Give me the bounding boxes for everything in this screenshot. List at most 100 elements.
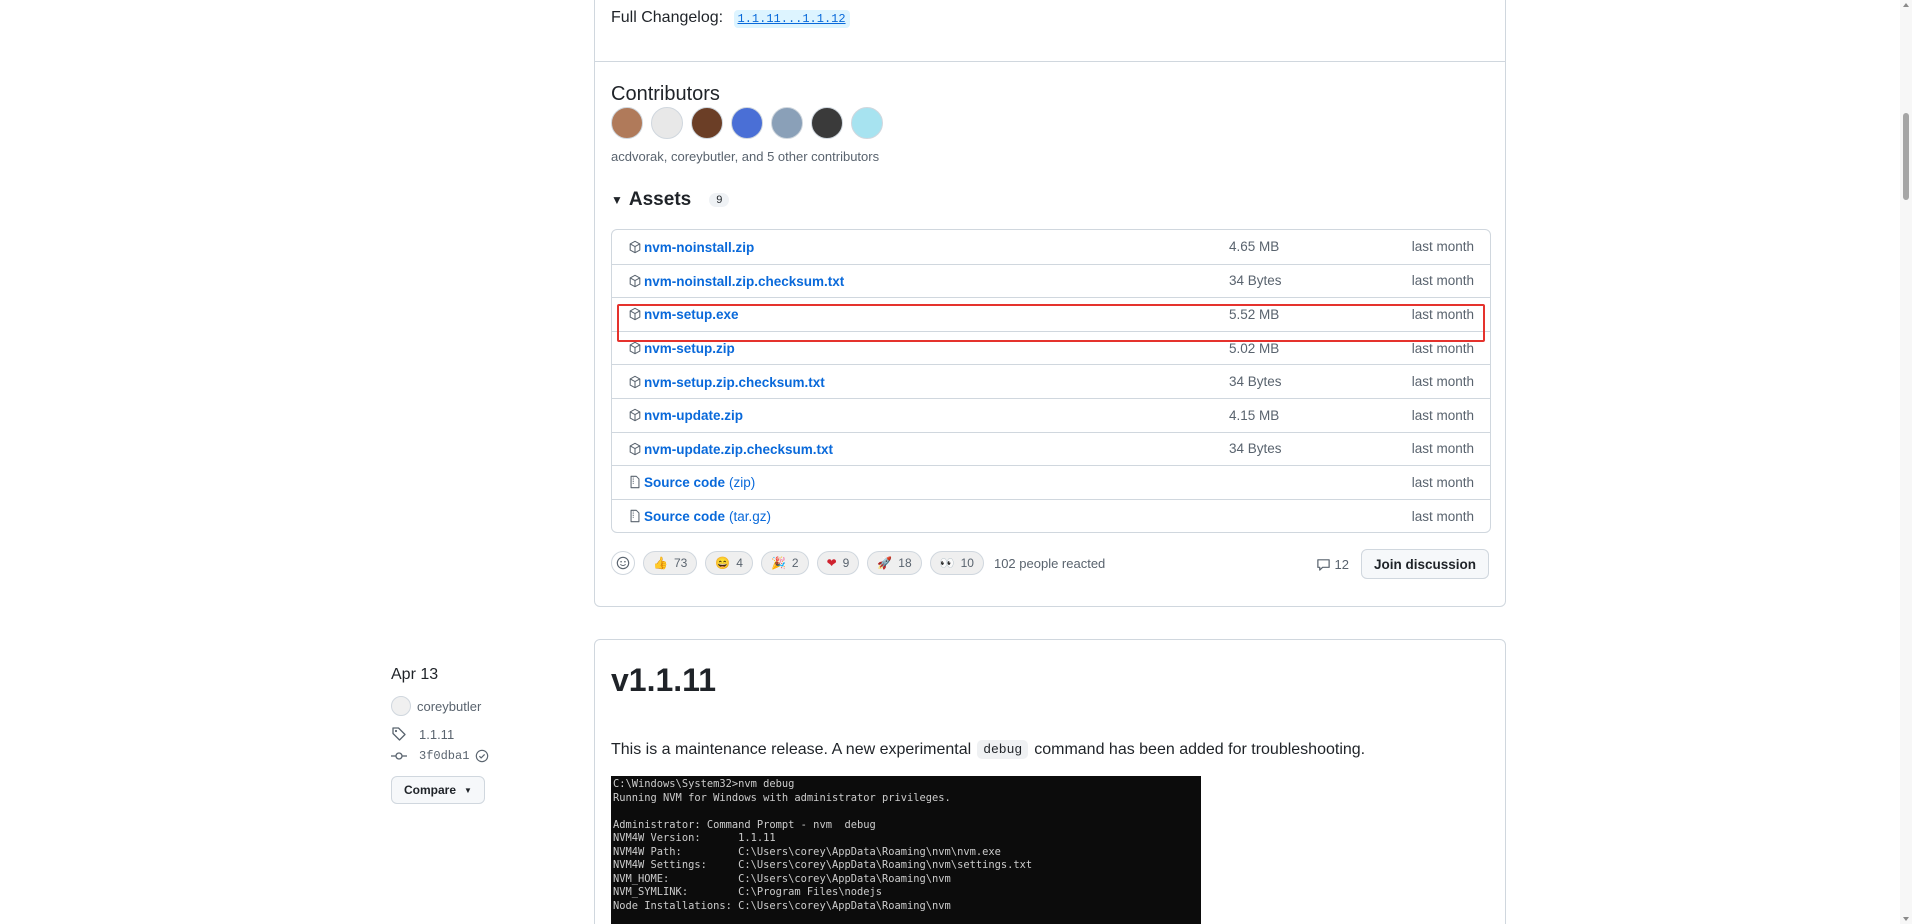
asset-size: 4.65 MB [1229,239,1280,255]
asset-row: nvm-noinstall.zip 4.65 MB last month [612,230,1490,264]
reaction-eyes-button[interactable]: 👀 10 [929,551,984,575]
asset-suffix: (zip) [729,475,756,491]
assets-toggle[interactable]: ▼ Assets 9 [611,189,730,211]
asset-link[interactable]: nvm-update.zip.checksum.txt [644,441,833,457]
asset-link[interactable]: nvm-setup.exe [644,306,739,322]
reaction-heart-button[interactable]: ❤ 9 [816,551,860,575]
asset-date: last month [1411,273,1474,289]
verified-check-icon [476,749,489,763]
reaction-count: 9 [842,556,850,570]
asset-size: 34 Bytes [1229,441,1282,457]
author-name: coreybutler [417,698,482,714]
asset-suffix: (tar.gz) [729,509,772,525]
asset-name: nvm-setup.zip.checksum.txt [644,374,825,390]
compare-button[interactable]: Compare ▼ [391,776,485,804]
author-avatar [391,696,411,716]
contributor-avatar[interactable] [811,107,843,139]
contributor-avatar[interactable] [651,107,683,139]
release-commit[interactable]: 3f0dba1 [391,748,489,764]
compare-label: Compare [404,783,457,797]
contributor-avatars [611,107,883,139]
asset-date: last month [1411,340,1474,356]
package-icon [628,375,642,389]
asset-row: nvm-setup.zip 5.02 MB last month [612,330,1490,365]
asset-row: nvm-setup.zip.checksum.txt 34 Bytes last m… [612,364,1490,398]
desc-before: This is a maintenance release. A new exp… [611,740,972,758]
changelog-link[interactable]: 1.1.11...1.1.12 [733,10,850,28]
asset-link[interactable]: nvm-setup.zip [644,340,735,356]
contributors-summary: acdvorak, coreybutler, and 5 other contr… [611,149,880,164]
release-date: Apr 13 [391,666,439,683]
heart-emoji: ❤ [826,556,837,570]
asset-name: nvm-noinstall.zip.checksum.txt [644,273,845,289]
asset-row: Source code (zip) last month [612,465,1490,499]
package-icon [628,240,642,254]
asset-link[interactable]: nvm-noinstall.zip [644,239,754,255]
release-author[interactable]: coreybutler [391,696,481,716]
asset-name: nvm-noinstall.zip [644,239,755,255]
asset-date: last month [1411,508,1474,524]
file-zip-icon [628,509,642,523]
release-tag[interactable]: 1.1.11 [391,726,454,742]
contributor-avatar[interactable] [731,107,763,139]
asset-date: last month [1411,374,1474,390]
desc-code: debug [977,740,1029,759]
asset-link[interactable]: Source code (zip) [644,474,755,490]
page-scrollbar[interactable] [1900,0,1912,924]
file-zip-icon [628,475,642,489]
asset-name: nvm-update.zip [644,408,744,424]
assets-count-badge: 9 [709,193,730,207]
add-reaction-button[interactable] [611,551,635,575]
contributor-avatar[interactable] [851,107,883,139]
reaction-thumbs-up-button[interactable]: 👍 73 [643,551,698,575]
asset-date: last month [1411,306,1474,322]
asset-row: nvm-update.zip.checksum.txt 34 Bytes last … [612,431,1490,466]
reaction-smile-button[interactable]: 😄 4 [705,551,753,575]
assets-title: Assets [628,189,692,210]
reaction-rocket-button[interactable]: 🚀 18 [867,551,922,575]
tada-emoji: 🎉 [770,556,786,570]
contributor-avatar[interactable] [691,107,723,139]
contributor-avatar[interactable] [611,107,643,139]
asset-link[interactable]: nvm-noinstall.zip.checksum.txt [644,273,844,289]
join-discussion-button[interactable]: Join discussion [1360,549,1489,579]
reactions-bar: 👍 73 😄 4 🎉 2 ❤ 9 🚀 18 👀 10 102 people reacted [611,551,1105,575]
changelog-label: Full Changelog: [611,9,724,26]
triangle-down-icon: ▼ [464,785,472,795]
release-meta: Apr 13 coreybutler 1.1.11 3f0dba1 Compar… [391,666,489,804]
reaction-count: 18 [898,556,912,570]
reaction-tada-button[interactable]: 🎉 2 [760,551,809,575]
release-version-title[interactable]: v1.1.11 [611,662,716,699]
scroll-thumb[interactable] [1903,113,1909,200]
asset-date: last month [1411,474,1474,490]
commit-hash: 3f0dba1 [419,749,470,763]
smiley-icon [616,556,630,570]
release-card-1-12: Full Changelog: 1.1.11...1.1.12 Contribu… [594,0,1506,607]
package-icon [628,307,642,321]
commit-icon [391,752,407,760]
asset-size: 34 Bytes [1229,273,1282,289]
asset-link[interactable]: nvm-update.zip [644,407,743,423]
asset-name: Source code [644,509,726,525]
asset-name: nvm-setup.exe [644,307,739,323]
contributor-avatar[interactable] [771,107,803,139]
asset-row: nvm-update.zip 4.15 MB last month [612,397,1490,432]
asset-date: last month [1411,441,1474,457]
asset-name: Source code [644,475,726,491]
comment-count[interactable]: 12 [1316,557,1349,572]
scroll-down-arrow-icon[interactable] [1903,917,1909,921]
asset-row: nvm-setup.exe 5.52 MB last month [612,297,1490,331]
comment-count-value: 12 [1334,556,1349,572]
contributors-title: Contributors [611,83,720,105]
divider [595,61,1505,62]
scroll-up-arrow-icon[interactable] [1903,3,1909,7]
rocket-emoji: 🚀 [877,556,893,570]
asset-link[interactable]: Source code (tar.gz) [644,508,771,524]
package-icon [628,274,642,288]
asset-link[interactable]: nvm-setup.zip.checksum.txt [644,374,825,390]
asset-size: 5.52 MB [1229,306,1280,322]
full-changelog: Full Changelog: 1.1.11...1.1.12 [611,9,850,28]
asset-size: 34 Bytes [1229,374,1282,390]
triangle-down-icon: ▼ [611,193,623,207]
asset-size: 5.02 MB [1229,340,1280,356]
